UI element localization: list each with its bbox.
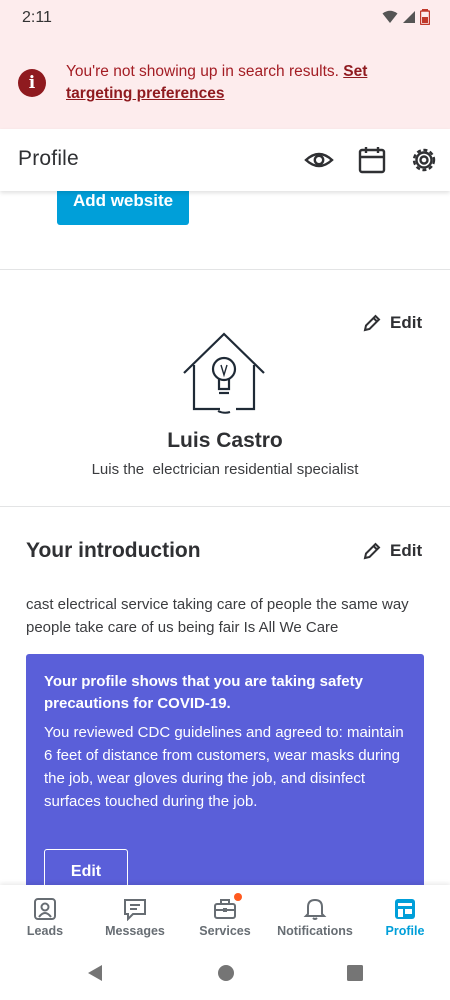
tab-label: Services bbox=[199, 924, 251, 938]
edit-label: Edit bbox=[390, 313, 423, 332]
briefcase-icon bbox=[214, 899, 236, 919]
tab-profile[interactable]: Profile bbox=[360, 885, 450, 945]
divider bbox=[0, 269, 450, 270]
back-icon[interactable] bbox=[86, 964, 104, 982]
recents-icon[interactable] bbox=[346, 964, 364, 982]
safety-heading: Your profile shows that you are taking s… bbox=[44, 673, 363, 712]
system-nav-bar bbox=[0, 945, 450, 1000]
status-time: 2:11 bbox=[22, 9, 52, 26]
divider bbox=[0, 506, 450, 507]
notification-badge bbox=[234, 893, 242, 901]
tab-notifications[interactable]: Notifications bbox=[270, 885, 360, 945]
alert-message: You're not showing up in search results. bbox=[66, 63, 344, 80]
wifi-icon bbox=[382, 10, 398, 23]
tab-label: Leads bbox=[26, 924, 64, 938]
add-website-button[interactable]: Add website bbox=[57, 191, 189, 225]
tab-messages[interactable]: Messages bbox=[90, 885, 180, 945]
message-icon bbox=[124, 899, 146, 921]
tab-leads[interactable]: Leads bbox=[0, 885, 90, 945]
business-logo bbox=[183, 332, 265, 414]
eye-icon[interactable] bbox=[304, 145, 334, 175]
home-icon[interactable] bbox=[217, 964, 235, 982]
status-icons bbox=[382, 9, 430, 25]
targeting-alert-banner: i You're not showing up in search result… bbox=[0, 36, 450, 129]
profile-name: Luis Castro bbox=[167, 429, 283, 452]
bell-icon bbox=[303, 898, 327, 920]
gear-icon[interactable] bbox=[409, 145, 439, 175]
bottom-tab-bar: Leads Messages Services Notifications Pr… bbox=[0, 885, 450, 945]
pencil-icon bbox=[363, 542, 381, 560]
page-title: Profile bbox=[18, 147, 79, 170]
tab-label: Messages bbox=[105, 924, 165, 938]
calendar-icon[interactable] bbox=[357, 145, 387, 175]
safety-body: You reviewed CDC guidelines and agreed t… bbox=[44, 724, 404, 810]
introduction-title: Your introduction bbox=[26, 539, 201, 562]
profile-content[interactable]: Add website Edit Luis Castro Luis the el… bbox=[0, 191, 450, 885]
tab-label: Notifications bbox=[277, 924, 353, 938]
alert-icon: i bbox=[18, 69, 46, 97]
alert-text: You're not showing up in search results.… bbox=[66, 61, 426, 105]
covid-safety-card: Your profile shows that you are taking s… bbox=[26, 654, 424, 885]
app-header: Profile bbox=[0, 129, 450, 191]
battery-icon bbox=[420, 9, 430, 25]
edit-safety-button[interactable]: Edit bbox=[44, 849, 128, 885]
person-badge-icon bbox=[34, 898, 56, 920]
tab-services[interactable]: Services bbox=[180, 885, 270, 945]
edit-label: Edit bbox=[390, 541, 423, 560]
signal-icon bbox=[403, 11, 415, 23]
edit-introduction-button[interactable]: Edit bbox=[362, 541, 422, 561]
profile-tagline: Luis the electrician residential special… bbox=[91, 461, 359, 478]
introduction-text: cast electrical service taking care of p… bbox=[26, 596, 409, 636]
edit-profile-button[interactable]: Edit bbox=[362, 313, 422, 333]
tab-label: Profile bbox=[385, 924, 425, 938]
pencil-icon bbox=[363, 314, 381, 332]
storefront-icon bbox=[395, 899, 415, 919]
status-bar: 2:11 bbox=[0, 0, 450, 36]
